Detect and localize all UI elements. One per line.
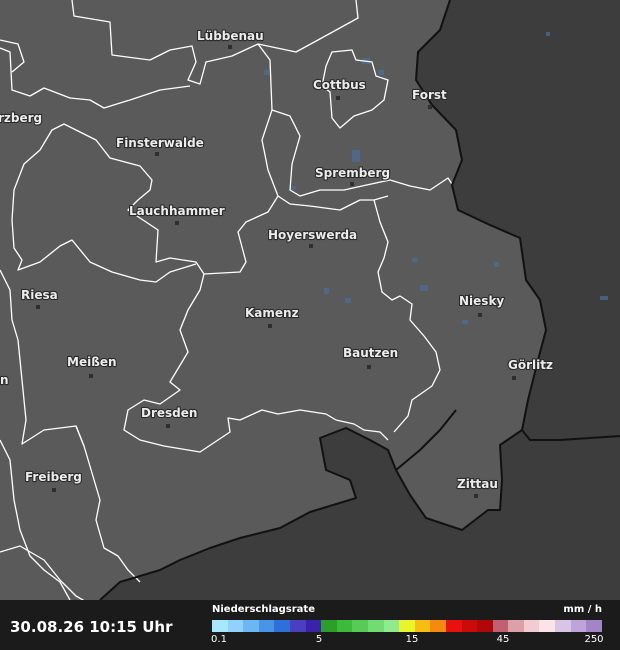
legend-swatch (477, 620, 493, 632)
city-dot (350, 182, 354, 186)
city-label-riesa: Riesa (21, 288, 58, 302)
legend-tick-5: 5 (315, 634, 323, 645)
city-label-partial-n: n (0, 373, 9, 387)
precipitation-map[interactable]: Lübbenau Cottbus Forst rzberg Finsterwal… (0, 0, 620, 600)
city-dot (336, 96, 340, 100)
city-label-herzberg: rzberg (0, 111, 42, 125)
legend-swatch (445, 620, 462, 632)
city-dot (512, 376, 516, 380)
legend-swatch (243, 620, 259, 632)
legend-swatch (274, 620, 290, 632)
legend-tick-250: 250 (584, 634, 604, 645)
timestamp: 30.08.26 10:15 Uhr (10, 618, 173, 636)
legend-color-scale (212, 620, 602, 632)
legend-swatch (492, 620, 509, 632)
city-dot (309, 244, 313, 248)
city-dot (268, 324, 272, 328)
legend-swatch (227, 620, 244, 632)
legend-swatch (555, 620, 571, 632)
legend-swatch (414, 620, 431, 632)
legend-swatch (289, 620, 306, 632)
city-label-niesky: Niesky (459, 294, 504, 308)
city-label-cottbus: Cottbus (313, 78, 366, 92)
city-label-hoyerswerda: Hoyerswerda (268, 228, 357, 242)
city-dot (155, 152, 159, 156)
city-label-bautzen: Bautzen (343, 346, 398, 360)
city-label-luebbenau: Lübbenau (197, 29, 264, 43)
city-label-meissen: Meißen (67, 355, 117, 369)
legend-swatch (352, 620, 368, 632)
city-label-freiberg: Freiberg (25, 470, 82, 484)
map-footer: 30.08.26 10:15 Uhr Niederschlagsrate mm … (0, 600, 620, 650)
legend-swatch (523, 620, 540, 632)
city-dot (367, 365, 371, 369)
legend-swatch (367, 620, 384, 632)
city-dot (52, 488, 56, 492)
legend-swatch (570, 620, 587, 632)
legend-tick-45: 45 (496, 634, 510, 645)
city-label-forst: Forst (412, 88, 447, 102)
legend-swatch (539, 620, 556, 632)
legend-swatch (399, 620, 415, 632)
city-label-lauchhammer: Lauchhammer (129, 204, 225, 218)
legend-swatch (383, 620, 400, 632)
legend-swatch (508, 620, 524, 632)
legend-tick-15: 15 (405, 634, 419, 645)
legend-swatch (212, 620, 228, 632)
legend-swatch (336, 620, 353, 632)
city-label-kamenz: Kamenz (245, 306, 299, 320)
city-dot (474, 494, 478, 498)
city-dot (175, 221, 179, 225)
legend-unit: mm / h (563, 604, 602, 615)
city-dot (36, 305, 40, 309)
legend-swatch (258, 620, 275, 632)
city-dot (428, 105, 432, 109)
legend-swatch (461, 620, 478, 632)
legend-swatch (586, 620, 602, 632)
legend-tick-0-1: 0.1 (211, 634, 227, 645)
city-dot (478, 313, 482, 317)
city-label-spremberg: Spremberg (315, 166, 390, 180)
city-dot (228, 45, 232, 49)
city-label-dresden: Dresden (141, 406, 197, 420)
city-label-goerlitz: Görlitz (508, 358, 553, 372)
city-dot (166, 424, 170, 428)
legend-swatch (321, 620, 337, 632)
legend-title: Niederschlagsrate (212, 604, 315, 615)
city-dot (89, 374, 93, 378)
city-label-zittau: Zittau (457, 477, 498, 491)
city-label-finsterwalde: Finsterwalde (116, 136, 204, 150)
legend-swatch (305, 620, 322, 632)
legend-swatch (430, 620, 446, 632)
